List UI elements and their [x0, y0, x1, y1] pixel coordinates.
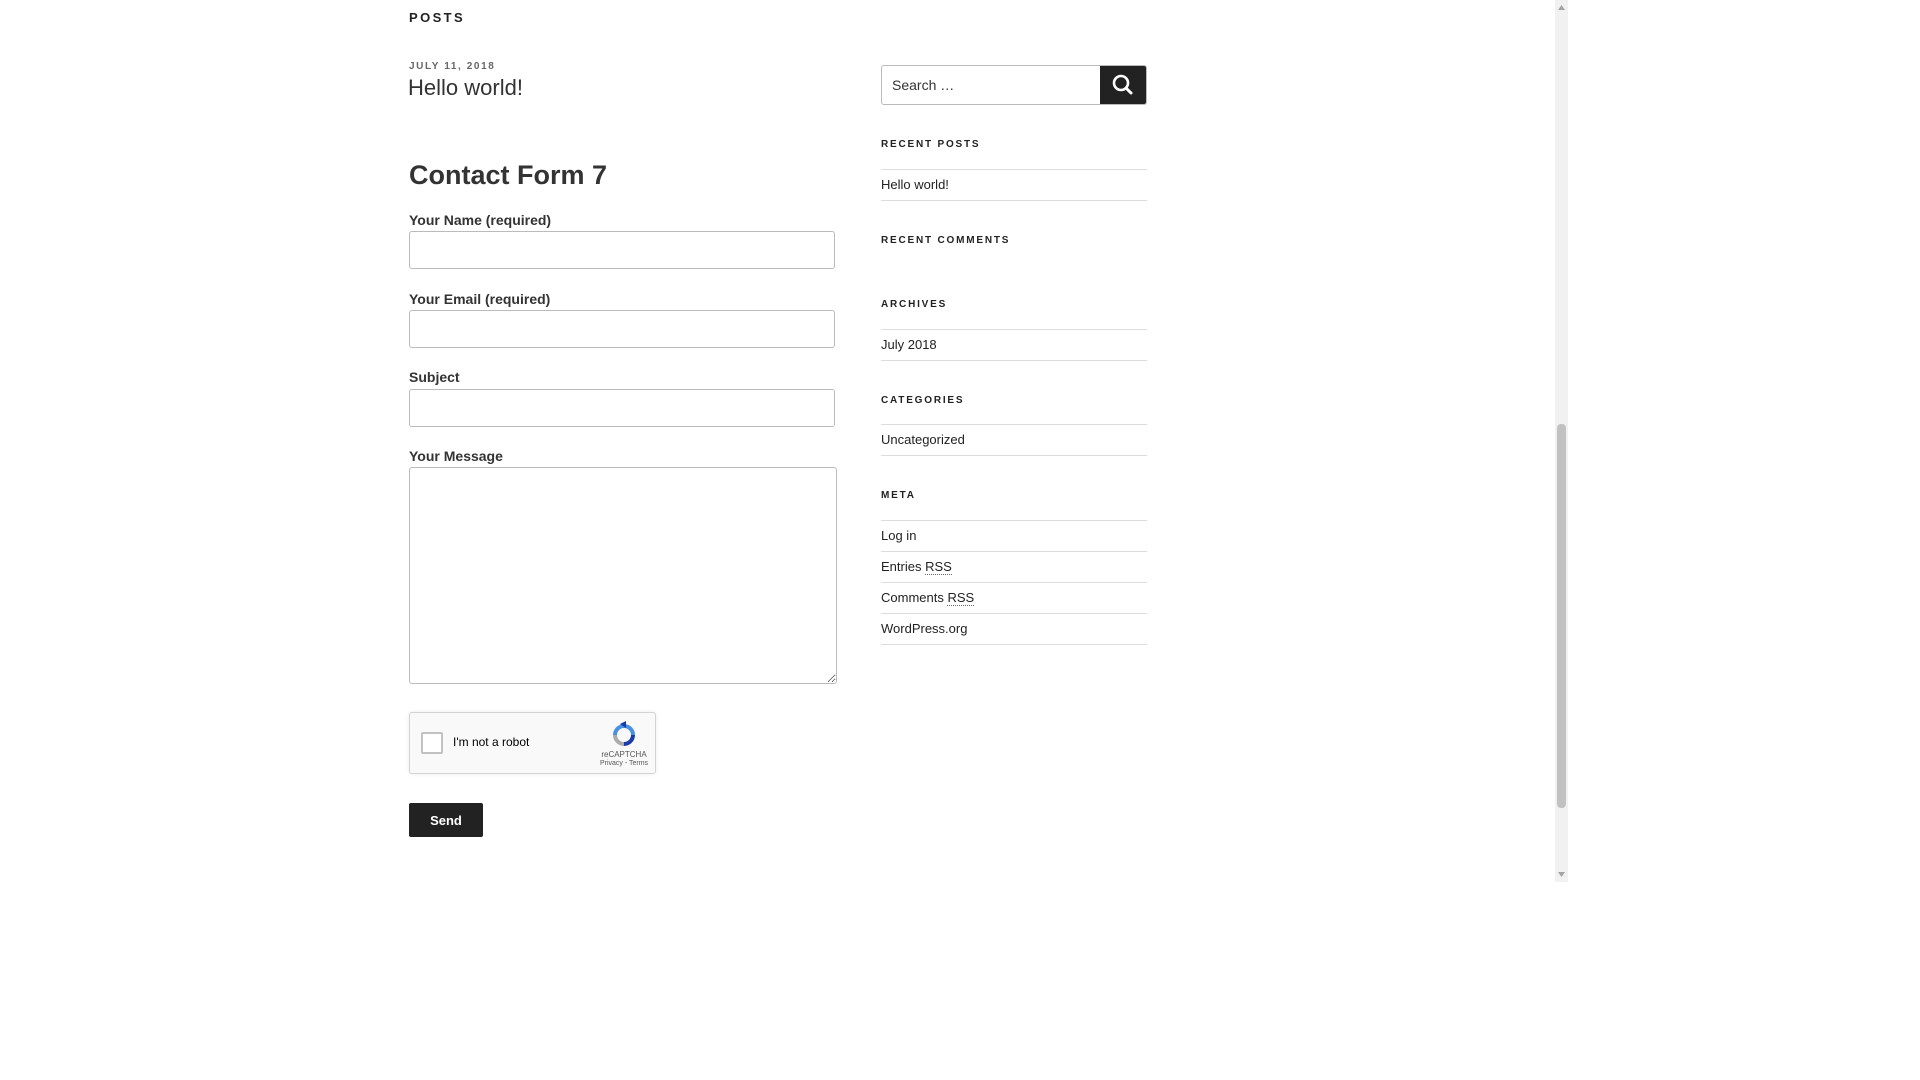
list-item: Entries RSS: [881, 551, 1147, 582]
meta-title: META: [881, 490, 916, 501]
categories-list: Uncategorized: [881, 424, 1147, 456]
recent-posts-list: Hello world!: [881, 169, 1147, 201]
list-item: July 2018: [881, 329, 1147, 361]
list-item: Uncategorized: [881, 424, 1147, 456]
list-item: WordPress.org: [881, 613, 1147, 645]
recent-post-link[interactable]: Hello world!: [881, 177, 949, 192]
recaptcha-logo-icon: [613, 721, 635, 746]
scrollbar-thumb[interactable]: [1557, 424, 1566, 808]
subject-field[interactable]: [409, 389, 835, 427]
wordpress-link[interactable]: WordPress.org: [881, 621, 967, 636]
search-button[interactable]: [1100, 66, 1146, 104]
subject-label: Subject: [409, 369, 460, 385]
recaptcha-brand: reCAPTCHA: [601, 750, 647, 759]
page-title: POSTS: [409, 10, 466, 25]
send-button[interactable]: Send: [409, 803, 483, 837]
post-title-link[interactable]: Hello world!: [408, 75, 523, 101]
archives-list: July 2018: [881, 329, 1147, 361]
categories-title: CATEGORIES: [881, 395, 965, 406]
entries-rss-link[interactable]: Entries RSS: [881, 559, 952, 575]
form-heading: Contact Form 7: [409, 160, 608, 190]
search-form: [881, 65, 1147, 105]
comments-label: Comments: [881, 590, 948, 605]
search-icon: [1112, 74, 1133, 95]
message-label: Your Message: [409, 448, 503, 464]
name-field[interactable]: [409, 231, 835, 269]
log-in-link[interactable]: Log in: [881, 528, 916, 543]
list-item: Comments RSS: [881, 582, 1147, 613]
list-item: Hello world!: [881, 169, 1147, 201]
name-label: Your Name (required): [409, 212, 552, 228]
message-field[interactable]: [409, 467, 837, 684]
recaptcha-widget: I'm not a robot reCAPTCHA Privacy - Term…: [409, 712, 656, 774]
archive-link[interactable]: July 2018: [881, 337, 937, 352]
recent-comments-title: RECENT COMMENTS: [881, 235, 1011, 246]
scroll-up-icon[interactable]: [1555, 2, 1568, 14]
vertical-scrollbar[interactable]: [1555, 0, 1568, 882]
rss-abbr: RSS: [947, 590, 975, 606]
comments-rss-link[interactable]: Comments RSS: [881, 590, 975, 606]
rss-abbr: RSS: [925, 559, 952, 575]
entries-label: Entries: [881, 559, 926, 574]
search-input[interactable]: [882, 66, 1098, 104]
archives-title: ARCHIVES: [881, 299, 948, 310]
recaptcha-label: I'm not a robot: [453, 735, 530, 749]
recent-posts-title: RECENT POSTS: [881, 139, 981, 150]
scroll-down-icon[interactable]: [1555, 868, 1568, 880]
recaptcha-links[interactable]: Privacy - Terms: [596, 760, 652, 767]
email-field[interactable]: [409, 310, 835, 348]
post-date[interactable]: JULY 11, 2018: [409, 61, 495, 72]
category-link[interactable]: Uncategorized: [881, 432, 965, 447]
email-label: Your Email (required): [409, 291, 551, 307]
recaptcha-checkbox[interactable]: [421, 732, 443, 754]
meta-list: Log in Entries RSS Comments RSS WordPres…: [881, 520, 1147, 645]
list-item: Log in: [881, 520, 1147, 551]
